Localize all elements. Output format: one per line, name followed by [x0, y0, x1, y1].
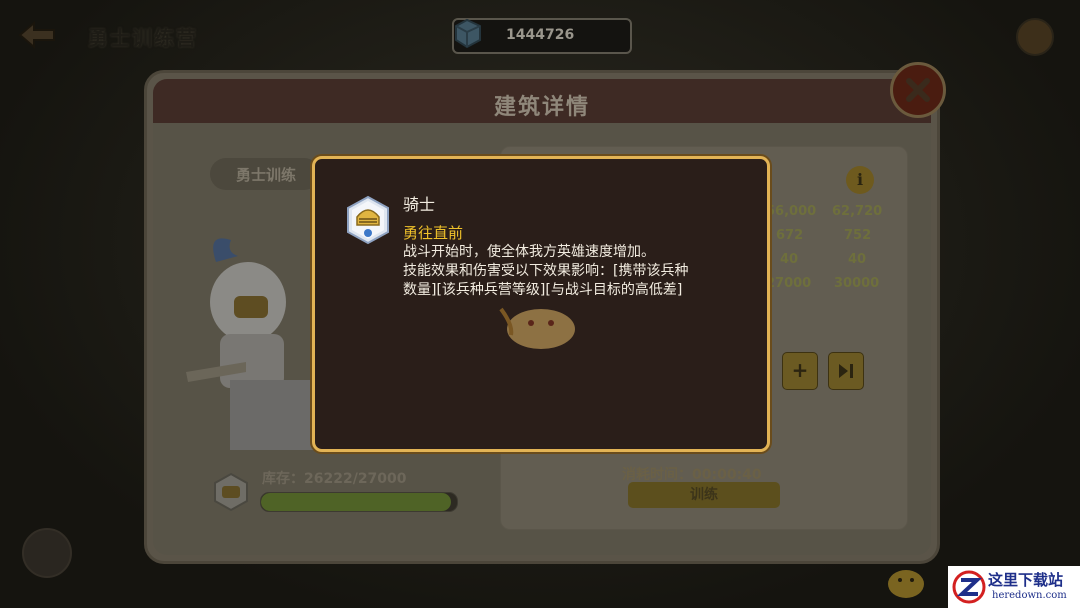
panel-title: 建筑详情 — [493, 95, 590, 120]
stock-progress-fill — [261, 493, 452, 511]
stat-a-3: 40 — [780, 252, 799, 267]
skill-description: 战斗开始时，使全体我方英雄速度增加。 技能效果和伤害受以下效果影响：[携带该兵种… — [403, 243, 743, 300]
stock-label: 库存：26222/27000 — [262, 468, 407, 488]
skill-name: 勇往直前 — [403, 224, 464, 242]
stat-a-4: 27000 — [766, 276, 812, 291]
watermark-text: 这里下载站 — [988, 571, 1064, 589]
watermark-url: heredown.com — [992, 590, 1067, 601]
menu-icon[interactable] — [1016, 18, 1054, 56]
info-icon[interactable]: i — [846, 166, 874, 194]
back-arrow-icon — [18, 20, 55, 50]
panel-header: 建筑详情 — [153, 79, 931, 123]
time-label: 消耗时间： — [622, 467, 692, 483]
game-screen: 勇士训练营 1444726 建筑详情 勇士训练 库存：26222/27000 i… — [0, 0, 1080, 608]
currency-display: 1444726 — [452, 18, 632, 54]
unit-name: 骑士 — [403, 195, 436, 214]
stock-value: 26222/27000 — [304, 471, 407, 487]
knight-helmet-icon — [214, 472, 248, 512]
chick-mascot-icon — [888, 570, 924, 598]
chat-icon[interactable] — [22, 528, 72, 578]
close-icon — [906, 78, 930, 102]
plus-icon: + — [791, 358, 809, 382]
time-value: 00:00:40 — [692, 467, 762, 483]
tab-warrior-training[interactable]: 勇士训练 — [210, 158, 320, 190]
skip-to-max-icon — [839, 364, 853, 378]
knight-helmet-icon — [347, 195, 389, 245]
max-button[interactable] — [828, 352, 864, 390]
unit-skill-tooltip: 骑士 勇往直前 战斗开始时，使全体我方英雄速度增加。 技能效果和伤害受以下效果影… — [312, 156, 770, 452]
stat-a-1: 56,000 — [766, 204, 817, 219]
pedestal — [230, 380, 320, 450]
time-cost: 消耗时间：00:00:40 — [622, 464, 762, 484]
watermark-logo-icon — [952, 570, 986, 604]
skill-desc-line: 战斗开始时，使全体我方英雄速度增加。 — [403, 244, 655, 260]
train-button[interactable]: 训练 — [628, 482, 780, 508]
stat-b-4: 30000 — [834, 276, 880, 291]
stat-b-3: 40 — [848, 252, 867, 267]
stock-progress-bar — [260, 492, 458, 512]
back-button[interactable] — [18, 20, 58, 50]
stat-a-2: 672 — [776, 228, 804, 243]
close-button[interactable] — [890, 62, 946, 118]
plus-button[interactable]: + — [782, 352, 818, 390]
gem-icon — [455, 18, 481, 49]
watermark: 这里下载站 heredown.com — [948, 566, 1080, 608]
screen-title: 勇士训练营 — [88, 26, 198, 50]
mascot-illustration — [499, 307, 575, 349]
tab-label: 勇士训练 — [236, 166, 297, 184]
skill-desc-line: 技能效果和伤害受以下效果影响：[携带该兵种 — [403, 263, 689, 279]
currency-value: 1444726 — [506, 27, 575, 43]
stat-b-2: 752 — [844, 228, 872, 243]
stock-label-text: 库存： — [262, 471, 304, 487]
stat-b-1: 62,720 — [832, 204, 883, 219]
